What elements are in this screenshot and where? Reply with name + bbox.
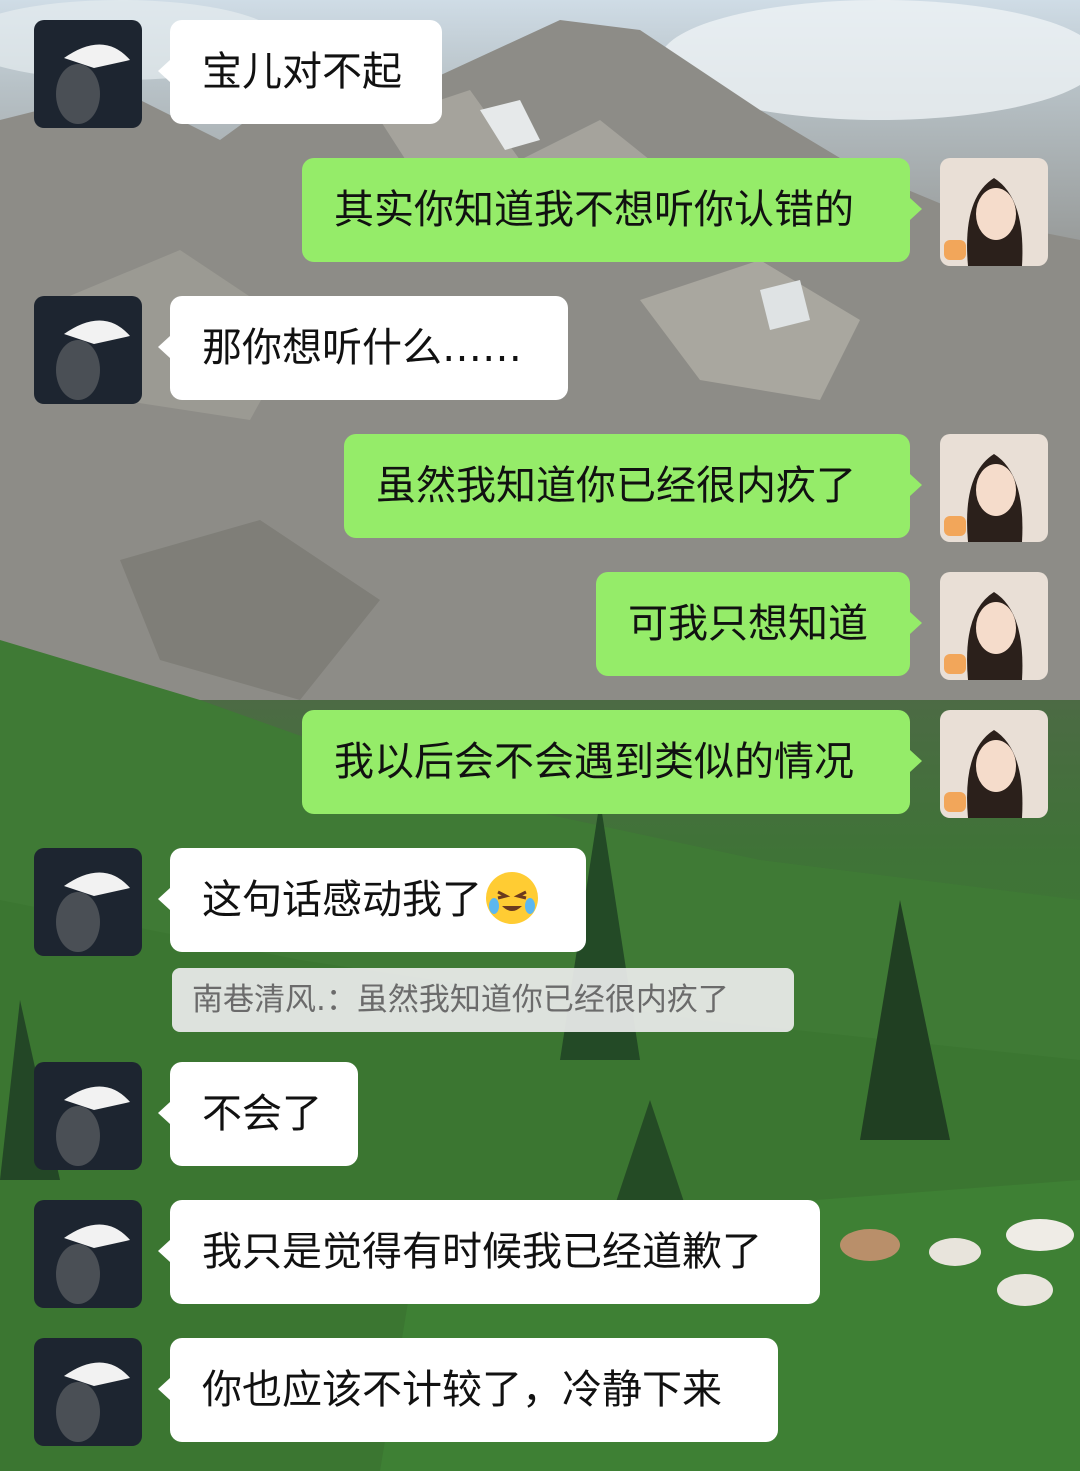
message-bubble[interactable]: 这句话感动我了 xyxy=(158,848,586,952)
message-bubble[interactable]: 我以后会不会遇到类似的情况 xyxy=(302,710,922,814)
contact-avatar[interactable] xyxy=(34,296,142,404)
user-avatar[interactable] xyxy=(940,434,1048,542)
message-bubble[interactable]: 其实你知道我不想听你认错的 xyxy=(302,158,922,262)
quote-author: 南巷清风. xyxy=(192,982,326,1018)
message-bubble[interactable]: 虽然我知道你已经很内疚了 xyxy=(344,434,922,538)
message-bubble[interactable]: 不会了 xyxy=(158,1062,358,1166)
contact-avatar[interactable] xyxy=(34,1338,142,1446)
quoted-message[interactable]: 南巷清风.：虽然我知道你已经很内疚了 xyxy=(172,968,794,1032)
contact-avatar[interactable] xyxy=(34,848,142,956)
message-bubble[interactable]: 宝儿对不起 xyxy=(158,20,442,124)
contact-avatar[interactable] xyxy=(34,20,142,128)
user-avatar[interactable] xyxy=(940,710,1048,818)
user-avatar[interactable] xyxy=(940,572,1048,680)
message-bubble[interactable]: 你也应该不计较了，冷静下来 xyxy=(158,1338,778,1442)
quote-separator: ： xyxy=(325,982,357,1018)
message-bubble[interactable]: 那你想听什么…… xyxy=(158,296,568,400)
user-avatar[interactable] xyxy=(940,158,1048,266)
crying-laughing-emoji-icon xyxy=(486,872,538,924)
message-text: 这句话感动我了 xyxy=(202,877,482,923)
quote-text: 虽然我知道你已经很内疚了 xyxy=(356,982,729,1018)
contact-avatar[interactable] xyxy=(34,1200,142,1308)
contact-avatar[interactable] xyxy=(34,1062,142,1170)
message-bubble[interactable]: 可我只想知道 xyxy=(596,572,922,676)
message-bubble[interactable]: 我只是觉得有时候我已经道歉了 xyxy=(158,1200,820,1304)
